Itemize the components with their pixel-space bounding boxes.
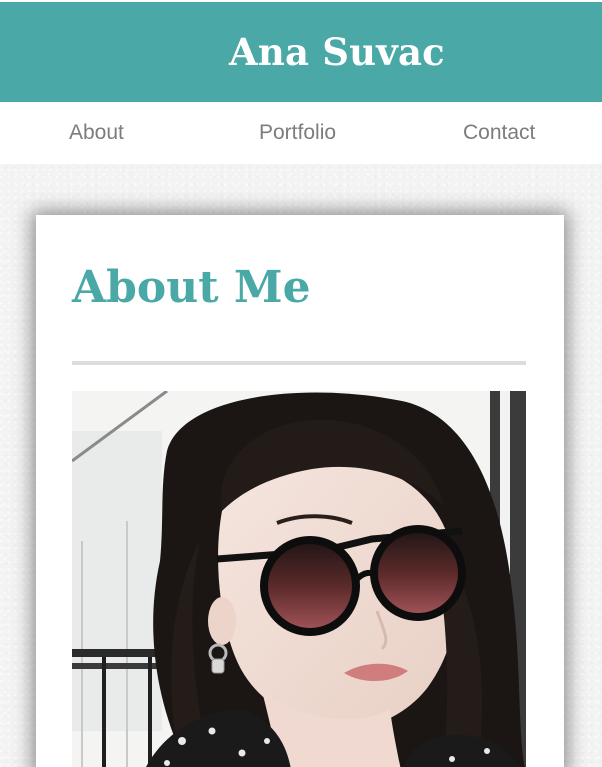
nav-link-portfolio[interactable]: Portfolio	[259, 119, 336, 147]
main-nav: About Portfolio Contact	[0, 102, 602, 164]
about-card: About Me	[36, 215, 564, 767]
nav-link-contact[interactable]: Contact	[463, 119, 535, 147]
site-title[interactable]: Ana Suvac	[229, 28, 445, 76]
page-title: About Me	[72, 262, 311, 313]
nav-link-about[interactable]: About	[69, 119, 124, 147]
portrait-photo-icon	[72, 391, 526, 767]
heading-divider	[72, 361, 526, 365]
site-header: Ana Suvac	[0, 0, 602, 102]
profile-photo	[72, 391, 526, 767]
